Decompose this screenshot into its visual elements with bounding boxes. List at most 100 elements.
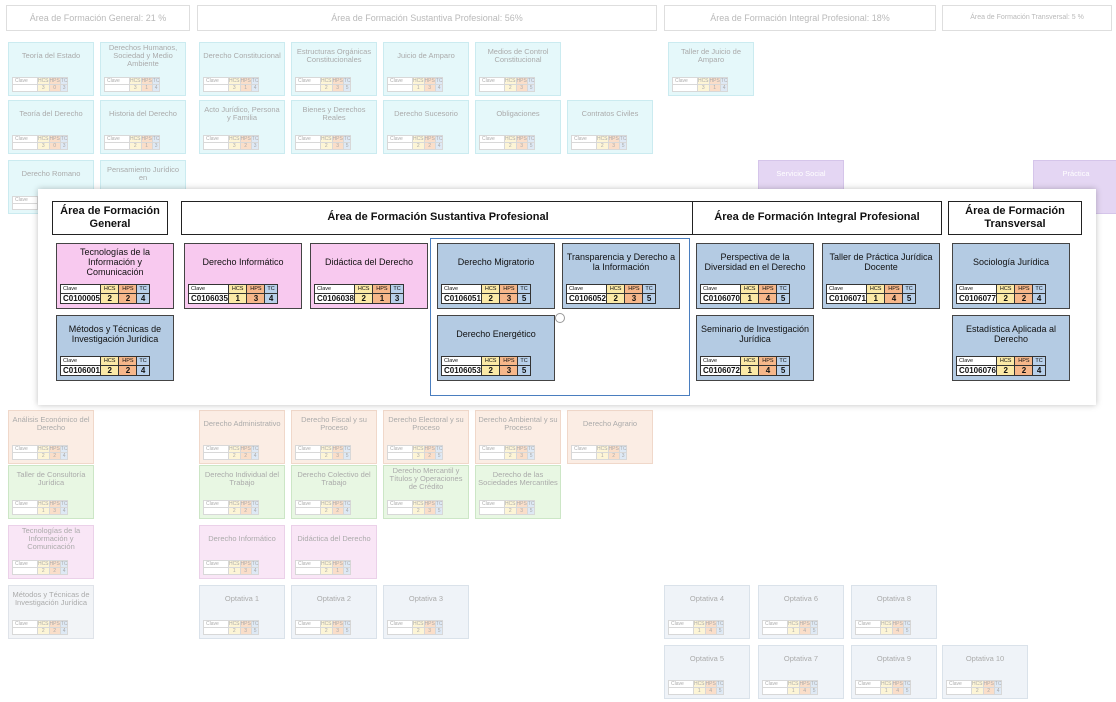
course-card[interactable]: Derechos Humanos, Sociedad y Medio Ambie… — [100, 42, 186, 96]
hps-value: 3 — [515, 507, 528, 515]
course-card[interactable]: Derecho Fiscal y su Proceso Clave HCS HPS TC… — [291, 410, 377, 464]
hps-label: HPS — [607, 445, 620, 453]
hcs-value: 2 — [411, 507, 425, 515]
course-card[interactable]: Teoría del Estado Clave HCS HPS TC 3 0 3 — [8, 42, 94, 96]
course-card[interactable]: Taller de Práctica Jurídica Docente Clave… — [822, 243, 940, 309]
hcs-value: 3 — [227, 142, 241, 150]
hps-value: 2 — [239, 507, 252, 515]
course-card[interactable]: Contratos Civiles Clave HCS HPS TC 2 3 5 — [567, 100, 653, 154]
hps-value: 2 — [423, 452, 436, 460]
course-card[interactable]: Optativa 4 Clave HCS HPS TC 1 4 5 — [664, 585, 750, 639]
course-card[interactable]: Derecho Informático Clave HCS HPS TC 1 3 4 — [199, 525, 285, 579]
course-card[interactable]: Taller de Consultoría Jurídica Clave HCS HP… — [8, 465, 94, 519]
course-card[interactable]: Optativa 1 Clave HCS HPS TC 2 3 5 — [199, 585, 285, 639]
hps-value: 2 — [1014, 365, 1034, 376]
credits-table: Clave HCS HPS TC 2 3 5 — [295, 620, 352, 635]
tc-value: 5 — [715, 627, 725, 635]
course-card[interactable]: Optativa 10 Clave HCS HPS TC 2 2 4 — [942, 645, 1028, 699]
course-card[interactable]: Bienes y Derechos Reales Clave HCS HPS TC 2 3 5 — [291, 100, 377, 154]
clave-value: C0106001 — [60, 365, 101, 376]
clave-label: Clave — [12, 77, 38, 85]
course-card[interactable]: Sociología Jurídica Clave HCS HPS TC C0106077… — [952, 243, 1070, 309]
course-card[interactable]: Teoría del Derecho Clave HCS HPS TC 3 0 3 — [8, 100, 94, 154]
tc-label: TC — [59, 77, 69, 85]
hcs-label: HCS — [99, 356, 120, 366]
course-card[interactable]: Tecnologías de la Información y Comunica… — [8, 525, 94, 579]
course-title: Derecho Mercantil y Títulos y Operacione… — [389, 465, 463, 492]
course-card[interactable]: Derecho Electoral y su Proceso Clave HCS HP… — [383, 410, 469, 464]
hcs-label: HCS — [353, 284, 374, 294]
course-card[interactable]: Tecnologías de la Información y Comunica… — [56, 243, 174, 309]
course-card[interactable]: Optativa 3 Clave HCS HPS TC 2 3 5 — [383, 585, 469, 639]
course-card[interactable]: Derecho Agrario Clave HCS HPS TC 1 2 3 — [567, 410, 653, 464]
course-card[interactable]: Seminario de Investigación Jurídica Clave… — [696, 315, 814, 381]
course-card[interactable]: Optativa 7 Clave HCS HPS TC 1 4 5 — [758, 645, 844, 699]
hcs-value: 2 — [99, 365, 120, 376]
hps-value: 4 — [798, 627, 811, 635]
clave-value: C0106071 — [826, 293, 867, 304]
hcs-label: HCS — [879, 680, 893, 688]
course-card[interactable]: Juicio de Amparo Clave HCS HPS TC 1 3 4 — [383, 42, 469, 96]
clave-value — [387, 507, 413, 515]
tc-label: TC — [59, 445, 69, 453]
course-card[interactable]: Medios de Control Constitucional Clave HCS… — [475, 42, 561, 96]
credits-table: Clave HCS HPS TC 3 1 4 — [672, 77, 729, 92]
hps-value: 4 — [758, 365, 778, 376]
course-card[interactable]: Análisis Económico del Derecho Clave HCS HP… — [8, 410, 94, 464]
course-card[interactable]: Didáctica del Derecho Clave HCS HPS TC 2 1 3 — [291, 525, 377, 579]
course-card[interactable]: Historia del Derecho Clave HCS HPS TC 2 1 3 — [100, 100, 186, 154]
course-title: Optativa 8 — [876, 593, 912, 603]
hps-value: 3 — [515, 142, 528, 150]
hps-value: 1 — [331, 567, 344, 575]
rotate-handle-icon[interactable] — [555, 313, 565, 323]
hps-label: HPS — [118, 284, 138, 294]
course-card[interactable]: Derecho Ambiental y su Proceso Clave HCS HP… — [475, 410, 561, 464]
tc-value: 3 — [151, 142, 161, 150]
clave-label: Clave — [295, 620, 321, 628]
course-card[interactable]: Perspectiva de la Diversidad en el Derec… — [696, 243, 814, 309]
course-card[interactable]: Optativa 9 Clave HCS HPS TC 1 4 5 — [851, 645, 937, 699]
course-card[interactable]: Taller de Juicio de Amparo Clave HCS HPS TC 3… — [668, 42, 754, 96]
course-card[interactable]: Optativa 2 Clave HCS HPS TC 2 3 5 — [291, 585, 377, 639]
course-card[interactable]: Derecho Informático Clave HCS HPS TC C0106035… — [184, 243, 302, 309]
course-card[interactable]: Derecho Colectivo del Trabajo Clave HCS HPS… — [291, 465, 377, 519]
tc-label: TC — [250, 445, 260, 453]
course-card[interactable]: Optativa 5 Clave HCS HPS TC 1 4 5 — [664, 645, 750, 699]
hcs-label: HCS — [503, 445, 517, 453]
hcs-label: HCS — [411, 500, 425, 508]
course-card[interactable]: Optativa 8 Clave HCS HPS TC 1 4 5 — [851, 585, 937, 639]
tc-value: 4 — [136, 293, 150, 304]
course-card[interactable]: Acto Jurídico, Persona y Familia Clave HCS… — [199, 100, 285, 154]
hcs-value: 3 — [36, 84, 50, 92]
hps-label: HPS — [515, 445, 528, 453]
hps-label: HPS — [140, 77, 153, 85]
hps-value: 0 — [48, 84, 61, 92]
course-card[interactable]: Optativa 6 Clave HCS HPS TC 1 4 5 — [758, 585, 844, 639]
course-card[interactable]: Métodos y Técnicas de Investigación Jurí… — [8, 585, 94, 639]
credits-table: Clave HCS HPS TC C0106071 1 4 5 — [826, 284, 916, 304]
course-card[interactable]: Derecho Administrativo Clave HCS HPS TC 2 2 4 — [199, 410, 285, 464]
course-card[interactable]: Derecho Mercantil y Títulos y Operacione… — [383, 465, 469, 519]
course-card[interactable]: Métodos y Técnicas de Investigación Jurí… — [56, 315, 174, 381]
tc-value: 5 — [434, 627, 444, 635]
course-card[interactable]: Derecho Sucesorio Clave HCS HPS TC 2 2 4 — [383, 100, 469, 154]
course-card[interactable]: Derecho de las Sociedades Mercantiles Cla… — [475, 465, 561, 519]
tc-label: TC — [342, 500, 352, 508]
course-card[interactable]: Derecho Constitucional Clave HCS HPS TC 3 1 4 — [199, 42, 285, 96]
hps-value: 1 — [140, 84, 153, 92]
hcs-label: HCS — [319, 445, 333, 453]
course-title: Derecho Informático — [208, 533, 276, 543]
course-card[interactable]: Obligaciones Clave HCS HPS TC 2 3 5 — [475, 100, 561, 154]
hcs-value: 3 — [36, 142, 50, 150]
course-title: Acto Jurídico, Persona y Familia — [204, 104, 280, 122]
credits-table: Clave HCS HPS TC 1 4 5 — [762, 620, 819, 635]
course-card[interactable]: Derecho Individual del Trabajo Clave HCS HP… — [199, 465, 285, 519]
tc-label: TC — [136, 356, 150, 366]
credits-table: Clave HCS HPS TC 2 2 4 — [12, 445, 69, 460]
hps-value: 2 — [48, 627, 61, 635]
course-card[interactable]: Didáctica del Derecho Clave HCS HPS TC C01060… — [310, 243, 428, 309]
course-card[interactable]: Estadística Aplicada al Derecho Clave HCS H… — [952, 315, 1070, 381]
hps-value: 4 — [798, 687, 811, 695]
hcs-value: 1 — [879, 687, 893, 695]
course-card[interactable]: Estructuras Orgánicas Constitucionales Cl… — [291, 42, 377, 96]
